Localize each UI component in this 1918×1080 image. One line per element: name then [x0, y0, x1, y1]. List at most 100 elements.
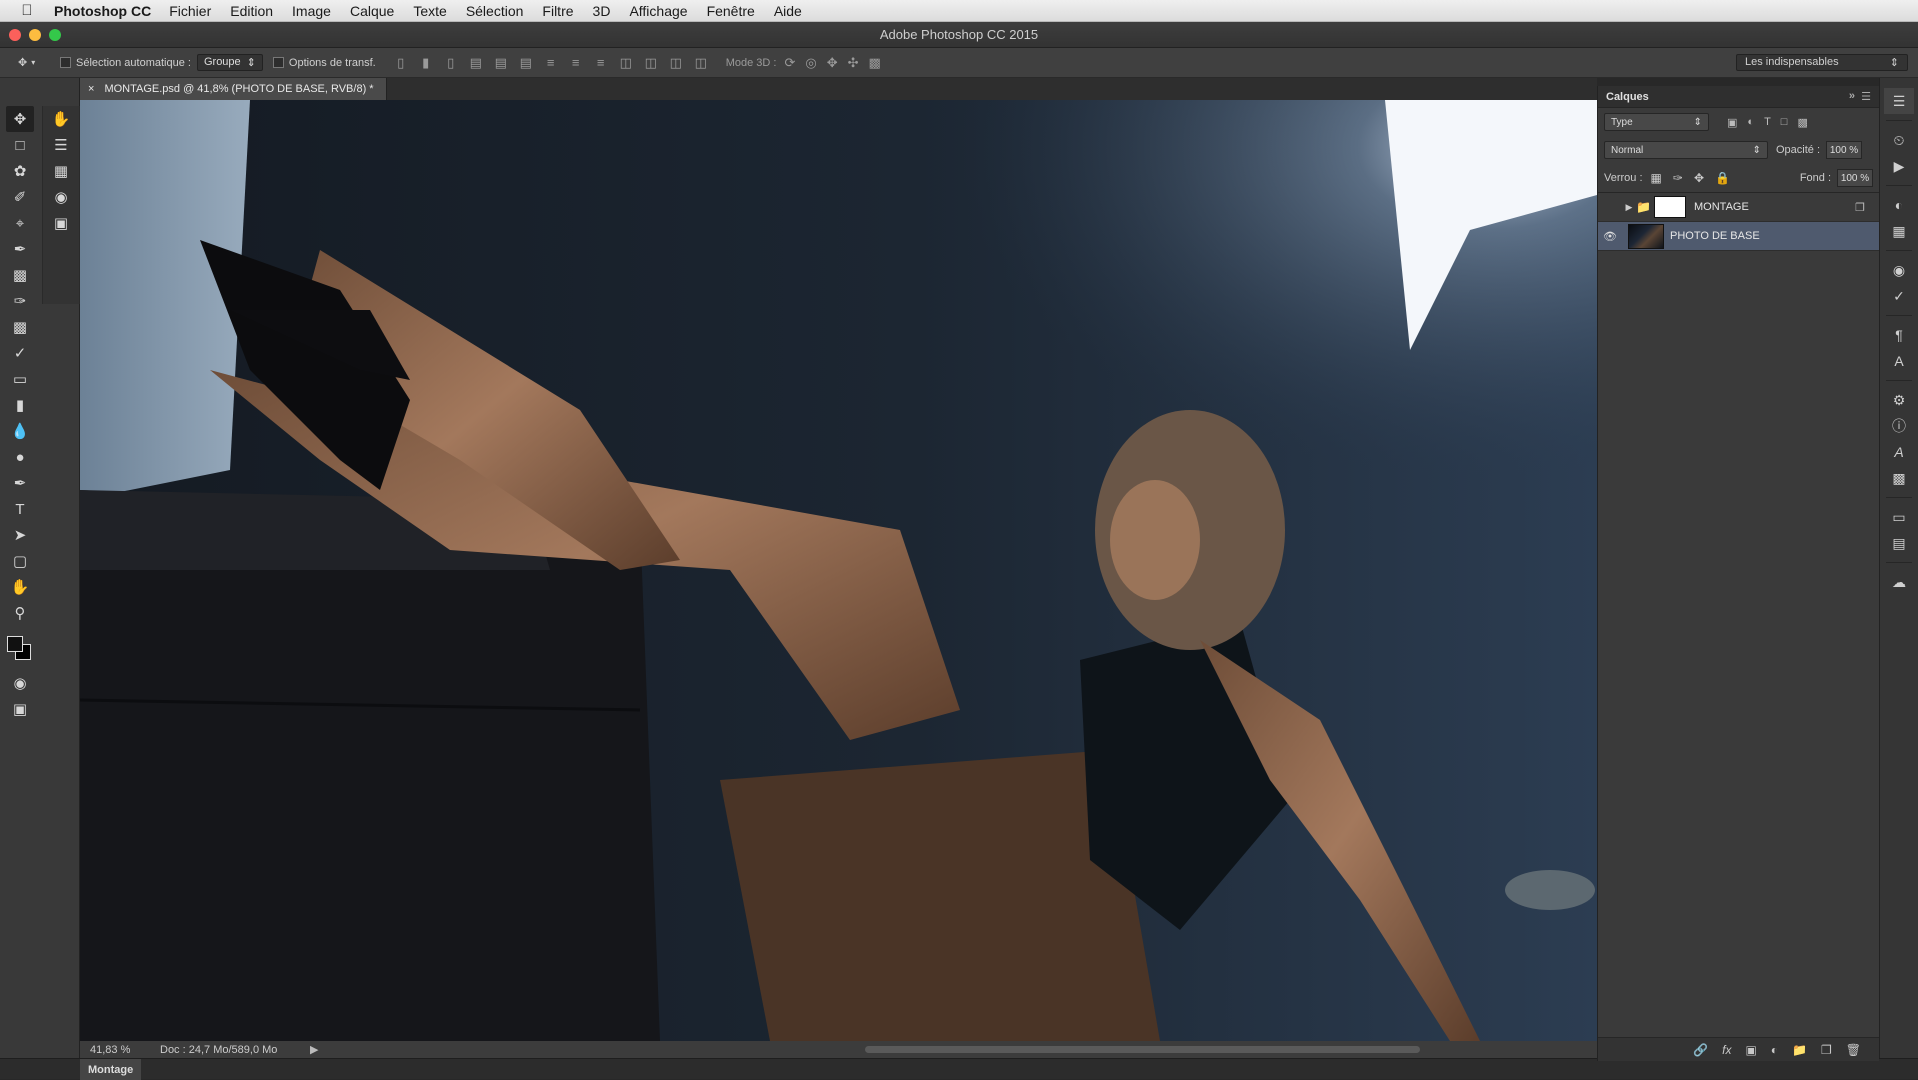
layers-panel-icon[interactable]: ☰	[1884, 88, 1914, 114]
menu-aide[interactable]: Aide	[774, 3, 802, 19]
rectangle-tool-icon[interactable]: ▢	[6, 548, 34, 574]
menu-image[interactable]: Image	[292, 3, 331, 19]
history-panel-icon[interactable]: ⏲	[1884, 127, 1914, 153]
adjust-sliders-icon[interactable]: ☰	[47, 132, 75, 158]
zoom-tool-icon[interactable]: ⚲	[6, 600, 34, 626]
color-swatches[interactable]	[5, 634, 35, 664]
eye-icon[interactable]: 👁	[1598, 230, 1622, 243]
history-brush-tool-icon[interactable]: ✓	[6, 340, 34, 366]
transform-controls-checkbox[interactable]	[272, 57, 284, 68]
path-selection-tool-icon[interactable]: ➤	[6, 522, 34, 548]
character-panel-icon[interactable]: A	[1884, 348, 1914, 374]
new-layer-icon[interactable]: ❐	[1821, 1043, 1832, 1057]
quick-selection-tool-icon[interactable]: ✐	[6, 184, 34, 210]
menu-selection[interactable]: Sélection	[466, 3, 524, 19]
lock-pixels-icon[interactable]: ✑	[1673, 171, 1683, 185]
layers-panel-title[interactable]: Calques	[1606, 91, 1649, 103]
paragraph-panel-icon[interactable]: ¶	[1884, 322, 1914, 348]
distribute-top-icon[interactable]: ≡	[544, 55, 558, 71]
healing-brush-tool-icon[interactable]: ▩	[6, 262, 34, 288]
layer-row-photo-de-base[interactable]: 👁 PHOTO DE BASE	[1598, 222, 1879, 251]
distribute-vcenter-icon[interactable]: ≡	[569, 55, 583, 71]
clone-stamp-tool-icon[interactable]: ▩	[6, 314, 34, 340]
menu-edition[interactable]: Edition	[230, 3, 273, 19]
pan-3d-icon[interactable]: ✥	[827, 55, 838, 71]
filter-smart-object-icon[interactable]: ▩	[1797, 116, 1807, 129]
menu-fichier[interactable]: Fichier	[169, 3, 211, 19]
lock-transparency-icon[interactable]: ▦	[1651, 171, 1662, 185]
filter-pixel-icon[interactable]: ▣	[1727, 116, 1737, 129]
distribute-hcenter-icon[interactable]: ◫	[644, 55, 658, 71]
layer-row-montage[interactable]: ▶ 📁 MONTAGE ❐	[1598, 193, 1879, 222]
scale-3d-icon[interactable]: ▩	[869, 55, 881, 71]
montage-panel-tab[interactable]: Montage	[80, 1059, 142, 1080]
actions-play-icon[interactable]: ▶	[1884, 153, 1914, 179]
eraser-tool-icon[interactable]: ▭	[6, 366, 34, 392]
zoom-level[interactable]: 41,83 %	[80, 1044, 160, 1056]
menu-fenetre[interactable]: Fenêtre	[707, 3, 755, 19]
brush-tool-icon[interactable]: ✑	[6, 288, 34, 314]
align-hcenter-icon[interactable]: ▤	[494, 55, 508, 71]
lasso-tool-icon[interactable]: ✿	[6, 158, 34, 184]
new-group-icon[interactable]: 📁	[1792, 1043, 1807, 1057]
filter-shape-icon[interactable]: □	[1781, 116, 1788, 129]
paths-panel-icon[interactable]: ✓	[1884, 283, 1914, 309]
auto-select-checkbox[interactable]	[60, 57, 71, 68]
filter-type-icon[interactable]: T	[1764, 116, 1771, 129]
menu-filtre[interactable]: Filtre	[542, 3, 573, 19]
distribute-bottom-icon[interactable]: ≡	[594, 55, 608, 71]
color-panel-icon[interactable]: ◐	[1884, 192, 1914, 218]
auto-select-dropdown[interactable]: Groupe ⇕	[196, 54, 263, 71]
marquee-tool-icon[interactable]: □	[6, 132, 34, 158]
menu-3d[interactable]: 3D	[593, 3, 611, 19]
lock-all-icon[interactable]: 🔒	[1715, 171, 1730, 185]
hand-tool-icon[interactable]: ✋	[6, 574, 34, 600]
align-top-icon[interactable]: ▯	[394, 55, 408, 71]
layer-name[interactable]: PHOTO DE BASE	[1670, 230, 1760, 242]
close-tab-icon[interactable]: ×	[88, 83, 94, 95]
apple-menu-icon[interactable]: 	[0, 2, 54, 19]
3d-cube-icon[interactable]: ▣	[47, 210, 75, 236]
filter-adjustment-icon[interactable]: ◐	[1747, 116, 1754, 129]
pen-tool-icon[interactable]: ✒	[6, 470, 34, 496]
auto-align-icon[interactable]: ◫	[694, 55, 708, 71]
channels-panel-icon[interactable]: ◉	[1884, 257, 1914, 283]
roll-3d-icon[interactable]: ◎	[805, 55, 816, 71]
quick-mask-icon[interactable]: ◉	[6, 670, 34, 696]
panel-menu-icon[interactable]: ☰	[1861, 90, 1871, 103]
fill-field[interactable]: 100 %	[1837, 169, 1873, 187]
align-vcenter-icon[interactable]: ▮	[419, 55, 433, 71]
add-mask-icon[interactable]: ▣	[1745, 1043, 1756, 1057]
status-menu-arrow-icon[interactable]: ▶	[310, 1043, 318, 1056]
workspace-switcher[interactable]: Les indispensables ⇕	[1736, 54, 1908, 71]
gradient-tool-icon[interactable]: ▮	[6, 392, 34, 418]
distribute-left-icon[interactable]: ◫	[619, 55, 633, 71]
blend-mode-dropdown[interactable]: Normal ⇕	[1604, 141, 1768, 159]
document-tab[interactable]: × MONTAGE.psd @ 41,8% (PHOTO DE BASE, RV…	[80, 78, 387, 100]
zoom-window-button[interactable]	[49, 29, 61, 41]
menu-calque[interactable]: Calque	[350, 3, 394, 19]
blur-tool-icon[interactable]: 💧	[6, 418, 34, 444]
align-right-icon[interactable]: ▤	[519, 55, 533, 71]
layer-style-fx-icon[interactable]: fx	[1722, 1043, 1731, 1057]
glyphs-panel-icon[interactable]: A	[1884, 439, 1914, 465]
collapse-panel-icon[interactable]: »	[1849, 90, 1855, 102]
orbit-3d-icon[interactable]: ⟳	[784, 55, 795, 71]
align-bottom-icon[interactable]: ▯	[444, 55, 458, 71]
tool-preset-picker[interactable]: ✥ ▾	[0, 56, 60, 69]
eyedropper-tool-icon[interactable]: ✒	[6, 236, 34, 262]
layer-name[interactable]: MONTAGE	[1694, 201, 1749, 213]
layer-comps-icon[interactable]: ▩	[1884, 465, 1914, 491]
libraries-panel-icon[interactable]: ▭	[1884, 504, 1914, 530]
foreground-color-swatch[interactable]	[7, 636, 23, 652]
slide-3d-icon[interactable]: ✣	[848, 55, 859, 71]
document-canvas[interactable]	[80, 100, 1597, 1041]
lock-position-icon[interactable]: ✥	[1694, 171, 1704, 185]
camera-rotate-icon[interactable]: ◉	[47, 184, 75, 210]
info-panel-icon[interactable]: ⓘ	[1884, 413, 1914, 439]
move-tool-icon[interactable]: ✥	[6, 106, 34, 132]
align-left-icon[interactable]: ▤	[469, 55, 483, 71]
link-layers-icon[interactable]: 🔗	[1693, 1043, 1708, 1057]
horizontal-scrollbar[interactable]	[865, 1046, 1420, 1053]
distribute-right-icon[interactable]: ◫	[669, 55, 683, 71]
